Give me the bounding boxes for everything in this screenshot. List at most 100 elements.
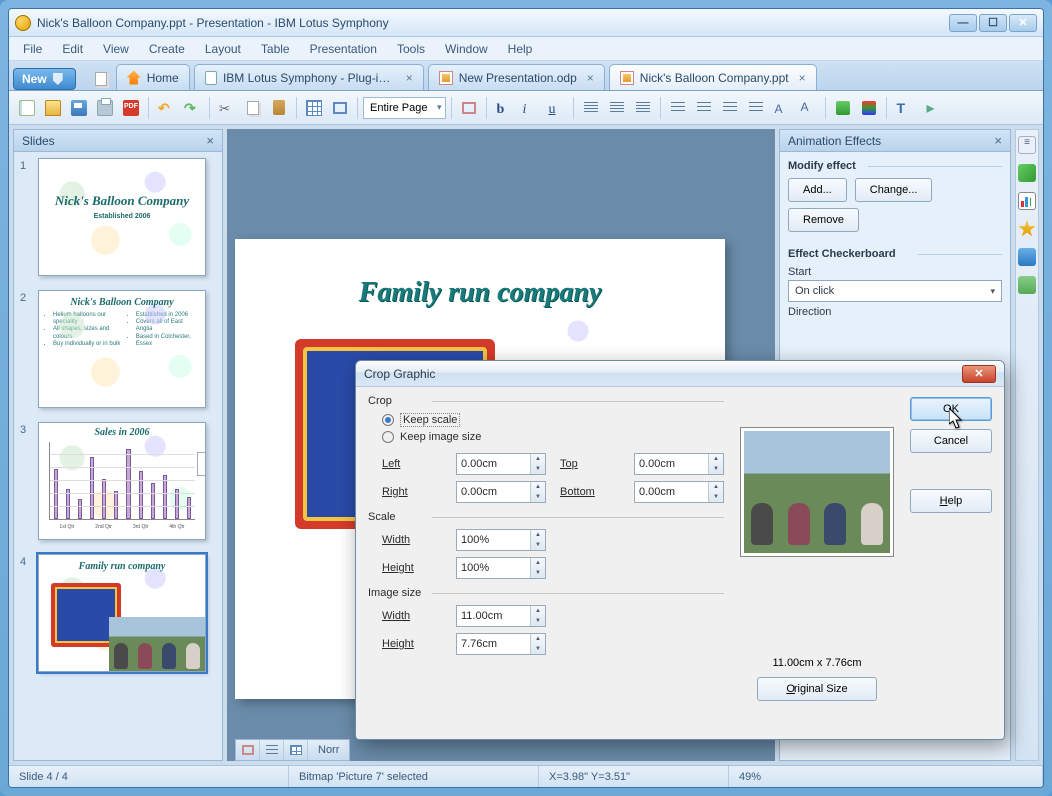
status-bar: Slide 4 / 4 Bitmap 'Picture 7' selected … (9, 765, 1043, 787)
sorter-view-button[interactable] (284, 740, 308, 760)
align-right-button[interactable] (631, 96, 655, 120)
slide-thumb-4[interactable]: Family run company (38, 554, 206, 672)
table-button[interactable] (302, 96, 326, 120)
font-color-button[interactable] (857, 96, 881, 120)
bold-button[interactable] (492, 96, 516, 120)
scale-width-spinner[interactable]: 100% (456, 529, 546, 551)
slide-thumb-2[interactable]: Nick's Balloon Company Helium balloons o… (38, 290, 206, 408)
tab-close-icon[interactable]: × (587, 71, 594, 85)
cube-icon[interactable] (1018, 164, 1036, 182)
paste-button[interactable] (267, 96, 291, 120)
img-width-spinner[interactable]: 11.00cm (456, 605, 546, 627)
slide-thumb-3[interactable]: Sales in 2006 1st Qtr2nd Qtr3rd Qtr4th Q… (38, 422, 206, 540)
sidebar-strip: ≡ (1015, 129, 1039, 761)
open-button[interactable] (41, 96, 65, 120)
number-list-button[interactable] (666, 96, 690, 120)
increase-font-button[interactable] (770, 96, 794, 120)
crop-graphic-dialog: Crop Graphic ✕ Crop Keep scale Keep imag… (355, 360, 1005, 740)
view-buttons: Norr (235, 739, 350, 761)
expand-icon[interactable]: ≡ (1018, 136, 1036, 154)
menu-edit[interactable]: Edit (54, 40, 91, 58)
new-doc-button[interactable] (15, 96, 39, 120)
close-button[interactable]: ✕ (1009, 14, 1037, 32)
align-left-button[interactable] (579, 96, 603, 120)
keep-scale-radio[interactable]: Keep scale (382, 413, 724, 427)
menu-create[interactable]: Create (141, 40, 193, 58)
highlight-button[interactable] (831, 96, 855, 120)
top-spinner[interactable]: 0.00cm (634, 453, 724, 475)
menu-table[interactable]: Table (253, 40, 298, 58)
scale-group-label: Scale (368, 511, 724, 523)
menu-file[interactable]: File (15, 40, 50, 58)
frame-button[interactable] (328, 96, 352, 120)
tab-home[interactable]: Home (116, 64, 190, 90)
decrease-font-button[interactable] (796, 96, 820, 120)
home-icon (127, 71, 141, 85)
left-spinner[interactable]: 0.00cm (456, 453, 546, 475)
scale-height-spinner[interactable]: 100% (456, 557, 546, 579)
status-position: X=3.98" Y=3.51" (539, 766, 729, 787)
keep-image-size-radio[interactable]: Keep image size (382, 431, 724, 443)
outdent-button[interactable] (718, 96, 742, 120)
tab-close-icon[interactable]: × (799, 71, 806, 85)
add-effect-button[interactable]: Add... (788, 178, 847, 202)
maximize-button[interactable]: ☐ (979, 14, 1007, 32)
ok-button[interactable]: OK (910, 397, 992, 421)
change-effect-button[interactable]: Change... (855, 178, 933, 202)
print-button[interactable] (93, 96, 117, 120)
redo-button[interactable] (180, 96, 204, 120)
copy-button[interactable] (241, 96, 265, 120)
outline-view-button[interactable] (260, 740, 284, 760)
bottom-spinner[interactable]: 0.00cm (634, 481, 724, 503)
undo-button[interactable] (154, 96, 178, 120)
view-label: Norr (308, 744, 349, 756)
menu-window[interactable]: Window (437, 40, 496, 58)
menu-layout[interactable]: Layout (197, 40, 249, 58)
bullet-list-button[interactable] (692, 96, 716, 120)
menu-tools[interactable]: Tools (389, 40, 433, 58)
img-height-spinner[interactable]: 7.76cm (456, 633, 546, 655)
normal-view-button[interactable] (236, 740, 260, 760)
menu-view[interactable]: View (95, 40, 137, 58)
close-icon[interactable]: × (206, 133, 214, 148)
cancel-button[interactable]: Cancel (910, 429, 992, 453)
zoom-select[interactable]: Entire Page (363, 97, 446, 119)
presentation-icon (439, 71, 453, 85)
slide-thumb-1[interactable]: Nick's Balloon Company Established 2006 (38, 158, 206, 276)
gallery-icon[interactable] (1018, 276, 1036, 294)
transition-icon[interactable] (1018, 248, 1036, 266)
close-icon[interactable]: × (994, 133, 1002, 148)
tab-plugins[interactable]: IBM Lotus Symphony - Plug-ins for I...× (194, 64, 424, 90)
slide-button[interactable] (457, 96, 481, 120)
tab-close-icon[interactable]: × (406, 71, 413, 85)
remove-effect-button[interactable]: Remove (788, 208, 859, 232)
img-height-label: Height (382, 638, 442, 650)
left-label: Left (382, 458, 442, 470)
align-center-button[interactable] (605, 96, 629, 120)
windows-icon[interactable] (90, 68, 112, 90)
new-button[interactable]: New (13, 68, 76, 90)
underline-button[interactable] (544, 96, 568, 120)
menu-presentation[interactable]: Presentation (302, 40, 385, 58)
cut-button[interactable] (215, 96, 239, 120)
star-icon[interactable] (1018, 220, 1036, 238)
dialog-close-button[interactable]: ✕ (962, 365, 996, 383)
tab-newpresentation[interactable]: New Presentation.odp× (428, 64, 605, 90)
text-button[interactable] (892, 96, 916, 120)
help-button[interactable]: Help (910, 489, 992, 513)
start-select[interactable]: On click (788, 280, 1002, 302)
direction-label: Direction (788, 306, 1002, 318)
slide-title: Family run company (235, 239, 725, 309)
menu-help[interactable]: Help (500, 40, 541, 58)
chart-icon[interactable] (1018, 192, 1036, 210)
italic-button[interactable] (518, 96, 542, 120)
minimize-button[interactable]: — (949, 14, 977, 32)
right-spinner[interactable]: 0.00cm (456, 481, 546, 503)
tab-nicks-balloon[interactable]: Nick's Balloon Company.ppt× (609, 64, 817, 90)
pdf-button[interactable]: PDF (119, 96, 143, 120)
top-label: Top (560, 458, 620, 470)
more-button[interactable]: ▸ (918, 96, 942, 120)
save-button[interactable] (67, 96, 91, 120)
original-size-button[interactable]: Original Size (757, 677, 877, 701)
indent-button[interactable] (744, 96, 768, 120)
